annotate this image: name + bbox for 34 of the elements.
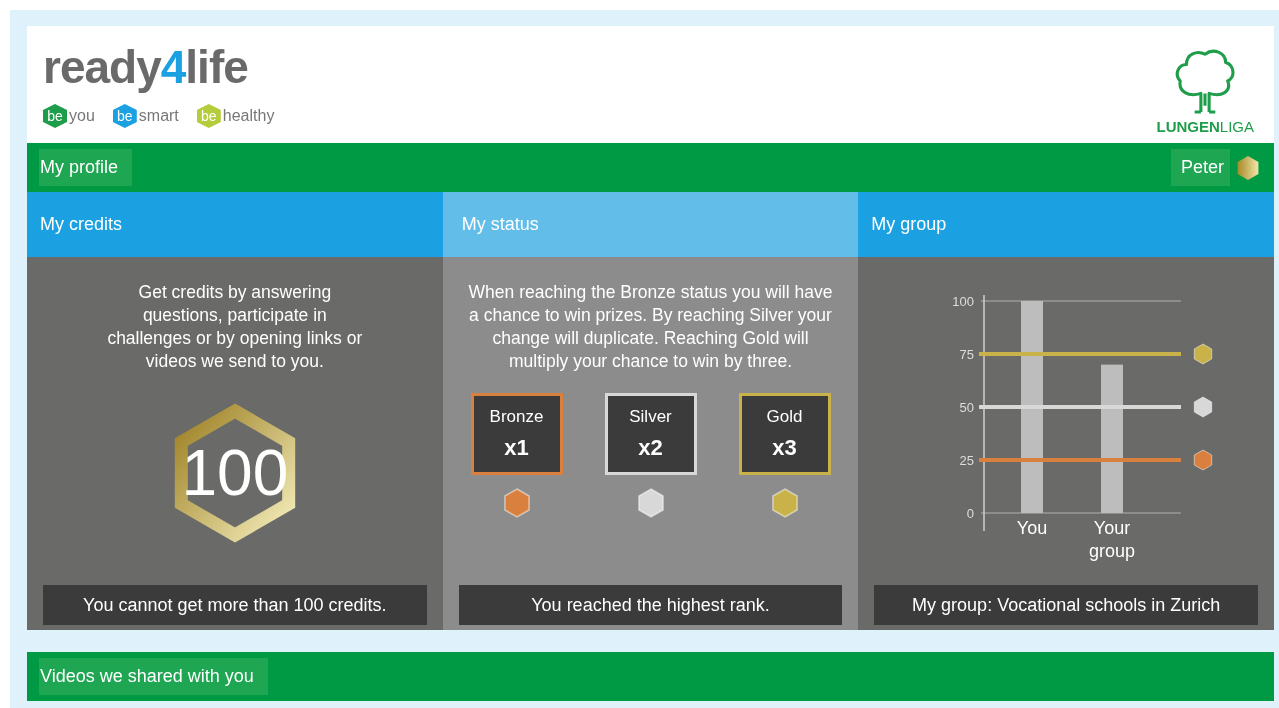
medal-icon: [1193, 343, 1213, 365]
logo: ready4life: [43, 40, 248, 94]
axis-tick-label: 0: [966, 506, 975, 521]
axis-tick-label: 25: [959, 453, 975, 468]
partner-logo-text: LUNGENLIGA: [1156, 118, 1254, 135]
medal-icon: [1193, 449, 1213, 471]
axis-tick-label: 50: [959, 400, 975, 415]
axis-category-label: You: [1016, 517, 1049, 540]
credits-description: Get credits by answering questions, participate in challenges or by opening links or videos we send to you.: [106, 281, 364, 373]
tagline: be smart: [112, 104, 179, 128]
info-bar: You reached the highest rank.: [458, 585, 843, 625]
medal-icon: [1193, 396, 1213, 418]
medal-icon: [770, 487, 799, 519]
section-title: My profile: [39, 149, 133, 186]
info-bar: You cannot get more than 100 credits.: [43, 585, 427, 625]
medal-icon: [1236, 154, 1260, 181]
column-header: My status: [442, 192, 859, 257]
medal-icon: [502, 487, 531, 519]
axis-category-label: Your group: [1088, 517, 1137, 563]
tagline: be healthy: [196, 104, 275, 128]
tier-card: Bronze x1: [470, 393, 563, 475]
tier-card: Gold x3: [738, 393, 831, 475]
tier-card: Silver x2: [604, 393, 697, 475]
info-bar: My group: Vocational schools in Zurich: [874, 585, 1258, 625]
axis-tick-label: 75: [959, 347, 975, 362]
medal-icon: [636, 487, 665, 519]
user-name[interactable]: Peter: [1170, 149, 1230, 186]
column-header: My group: [858, 192, 1274, 257]
tagline: be you: [43, 104, 95, 128]
section-title: Videos we shared with you: [39, 658, 268, 695]
tree-icon: [1174, 48, 1237, 114]
status-description: When reaching the Bronze status you will have a chance to win prizes. By reaching Silver your change will duplicate. Reaching Gold will multiply your chance to win by three.: [468, 281, 833, 373]
axis-tick-label: 100: [952, 294, 975, 309]
column-header: My credits: [27, 192, 443, 257]
